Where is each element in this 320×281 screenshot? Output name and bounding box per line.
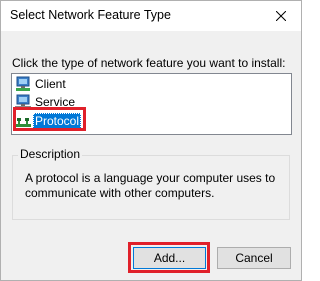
close-icon: [276, 11, 286, 21]
select-network-feature-dialog: Select Network Feature Type Click the ty…: [0, 0, 302, 281]
cancel-button[interactable]: Cancel: [217, 247, 291, 269]
description-legend: Description: [18, 147, 83, 161]
description-line-1: A protocol is a language your computer u…: [25, 171, 276, 185]
add-button-highlight-annotation: [128, 242, 210, 273]
title-bar: Select Network Feature Type: [1, 1, 301, 31]
close-button[interactable]: [261, 1, 301, 31]
protocol-highlight-annotation: [13, 107, 86, 131]
instruction-label: Click the type of network feature you wa…: [12, 56, 286, 70]
dialog-title: Select Network Feature Type: [10, 8, 171, 22]
description-text: A protocol is a language your computer u…: [25, 171, 285, 201]
list-item-label: Client: [35, 77, 66, 91]
list-item-client[interactable]: Client: [14, 76, 68, 92]
client-computer-icon: [16, 76, 30, 91]
description-line-2: communicate with other computers.: [25, 186, 215, 200]
